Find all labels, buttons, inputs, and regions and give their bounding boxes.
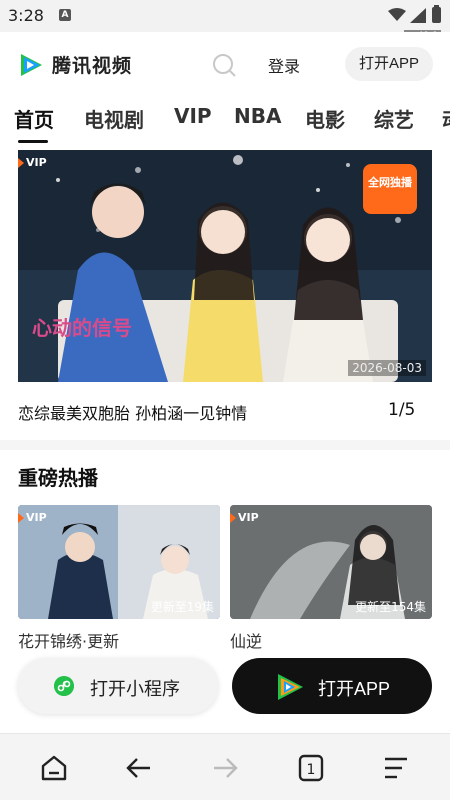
app-header: 腾讯视频 登录 打开APP (0, 32, 450, 96)
search-icon[interactable] (211, 52, 237, 78)
open-app-label: 打开APP (318, 679, 391, 699)
status-bar: 3:28 A (0, 0, 450, 32)
tab-movies[interactable]: 电影 (305, 104, 345, 133)
menu-icon[interactable] (378, 750, 414, 786)
wifi-icon (388, 8, 406, 21)
banner-carousel[interactable]: 心动的信号 全网独播 VIP 2026-08-03 (18, 150, 432, 382)
exclusive-badge: 全网独播 (367, 175, 413, 189)
card-title[interactable]: 仙逆 (230, 628, 262, 652)
tencent-video-logo-icon (21, 54, 42, 76)
tab-nba[interactable]: NBA (234, 104, 281, 128)
vip-tag: VIP (18, 511, 47, 524)
tab-home[interactable]: 首页 (14, 104, 54, 133)
open-app-floating-button[interactable]: 打开APP (232, 658, 432, 714)
section-divider (0, 440, 450, 450)
signal-icon (410, 8, 426, 23)
tab-anime[interactable]: 动 (442, 104, 450, 133)
video-card[interactable]: VIP 更新至154集 (230, 505, 432, 619)
episode-update-badge: 更新至19集 (150, 600, 214, 614)
home-icon[interactable] (36, 750, 72, 786)
banner-caption[interactable]: 恋综最美双胞胎 孙柏涵一见钟情 (18, 400, 247, 424)
category-tabs: 首页 电视剧 VIP NBA 电影 综艺 动 (0, 96, 450, 146)
banner-image: 心动的信号 全网独播 (18, 150, 432, 382)
tabs-count-icon[interactable]: 1 (293, 750, 329, 786)
tab-variety[interactable]: 综艺 (374, 104, 414, 133)
banner-date: 2026-08-03 (348, 360, 426, 376)
mini-program-label: 打开小程序 (90, 679, 180, 699)
card-title[interactable]: 花开锦绣·更新 (18, 628, 119, 652)
vip-tag: VIP (230, 511, 259, 524)
tab-tv-series[interactable]: 电视剧 (84, 104, 144, 133)
tencent-video-logo-icon (278, 674, 303, 700)
banner-pager: 1/5 (388, 400, 416, 420)
back-arrow-icon[interactable] (121, 750, 157, 786)
active-tab-indicator (18, 140, 48, 143)
login-link[interactable]: 登录 (268, 53, 300, 77)
episode-update-badge: 更新至154集 (355, 600, 426, 614)
tab-vip[interactable]: VIP (174, 104, 212, 128)
vip-tag: VIP (18, 156, 47, 169)
forward-arrow-icon[interactable] (207, 750, 243, 786)
mini-program-icon (54, 676, 74, 696)
app-notification-icon: A (59, 9, 71, 21)
open-mini-program-button[interactable]: 打开小程序 (18, 658, 218, 714)
video-card[interactable]: VIP 更新至19集 (18, 505, 220, 619)
banner-poster-title: 心动的信号 (32, 316, 132, 340)
open-app-button[interactable]: 打开APP (345, 47, 433, 81)
brand-name: 腾讯视频 (52, 55, 133, 77)
status-time: 3:28 (8, 6, 44, 25)
browser-nav-bar: 1 (0, 733, 450, 800)
section-title: 重磅热播 (18, 466, 98, 490)
tabs-count: 1 (307, 762, 316, 778)
battery-icon (432, 5, 441, 23)
